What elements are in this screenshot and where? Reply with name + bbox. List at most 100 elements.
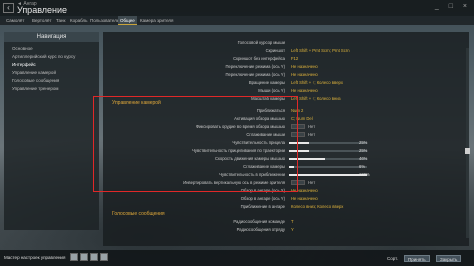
list-item[interactable]: Переключение режима (ось Y) Не назначено <box>103 63 469 71</box>
toggle-switch[interactable] <box>291 124 305 129</box>
list-item[interactable]: Чувствительность в приближении 100% <box>103 171 469 179</box>
slider-value: 46% <box>359 156 368 161</box>
list-item[interactable]: Сглаживание камеры 6% <box>103 163 469 171</box>
setting-value[interactable]: Num 2 <box>291 107 303 115</box>
list-item[interactable]: Приближение в ангаре Колесо вниз; Колесо … <box>103 203 469 211</box>
setting-label: Вращение камеры <box>248 80 285 85</box>
sidebar-item-interface[interactable]: Интерфейс <box>12 62 36 67</box>
sort-label[interactable]: Сорт. <box>384 255 401 262</box>
slider[interactable] <box>289 166 367 168</box>
setting-value[interactable]: Не назначено <box>291 187 318 195</box>
page-title: Управление <box>17 5 68 15</box>
sidebar-item-general[interactable]: Основное <box>12 46 33 51</box>
slider[interactable] <box>289 150 367 152</box>
wizard-button[interactable]: Мастер настроек управления <box>4 253 65 262</box>
list-item[interactable]: Приближаться Num 2 <box>103 107 469 115</box>
list-item[interactable]: Радиосообщения команде T <box>103 218 469 226</box>
setting-value[interactable]: Y <box>291 226 294 234</box>
sidebar-item-trainer[interactable]: Управление тренером <box>12 86 58 91</box>
list-item[interactable]: Скриншот Left Shift + Prnt Scrn; Prnt Scr… <box>103 47 469 55</box>
list-item[interactable]: Активация обзора мышью C; Num Del <box>103 115 469 123</box>
toggle-switch[interactable] <box>291 132 305 137</box>
slider-fill <box>289 166 294 168</box>
slider[interactable] <box>289 158 367 160</box>
setting-label: Сглаживание мыши <box>246 132 285 137</box>
title-bar: ‹ ◄ Ангар Управление _ □ × <box>0 0 474 16</box>
list-item[interactable]: Чувствительность прицеливания по траекто… <box>103 147 469 155</box>
sidebar-item-camera[interactable]: Управление камерой <box>12 70 56 75</box>
setting-label: Чувствительность прицела <box>232 140 285 145</box>
setting-label: Приближение в ангаре <box>240 204 285 209</box>
setting-value[interactable]: Колесо вниз; Колесо вверх <box>291 203 343 211</box>
list-item[interactable]: Переключение режима (ось Y) Не назначено <box>103 71 469 79</box>
list-item[interactable]: Мыши (ось Y) Не назначено <box>103 87 469 95</box>
slider-value: 25% <box>359 148 368 153</box>
close-button[interactable]: Закрыть <box>436 255 462 262</box>
slider[interactable] <box>289 174 367 176</box>
section-header-voice: Голосовые сообщения <box>112 211 165 217</box>
setting-label: Обзор в ангаре (ось Y) <box>240 196 285 201</box>
list-item[interactable]: Скорость движения камеры мышью 46% <box>103 155 469 163</box>
setting-label: Приближаться <box>256 108 285 113</box>
sidebar-item-voice[interactable]: Голосовые сообщения <box>12 78 59 83</box>
toggle-state: Нет <box>308 132 316 137</box>
setting-value[interactable]: Не назначено <box>291 87 318 95</box>
list-item[interactable]: Чувствительность прицела 25% <box>103 139 469 147</box>
setting-value[interactable]: Left Shift + Prnt Scrn; Prnt Scrn <box>291 47 350 55</box>
tab-airplane[interactable]: Самолёт <box>4 16 27 25</box>
preset-icon[interactable] <box>70 253 78 261</box>
setting-value[interactable]: Не назначено <box>291 63 318 71</box>
slider-fill <box>289 150 309 152</box>
tab-user[interactable]: Пользователь <box>88 16 121 25</box>
reset-icon[interactable] <box>100 253 108 261</box>
tab-general[interactable]: Общее <box>118 16 137 25</box>
navigation-panel: Навигация Основное Артиллерийский курс п… <box>4 32 99 230</box>
setting-value[interactable]: F12 <box>291 55 298 63</box>
list-item[interactable]: Скриншот без интерфейса F12 <box>103 55 469 63</box>
toggle-state: Нет <box>308 124 316 129</box>
navigation-title: Навигация <box>4 32 99 42</box>
slider-value: 25% <box>359 140 368 145</box>
tab-helicopter[interactable]: Вертолёт <box>30 16 54 25</box>
setting-label: Обзор в ангаре (ось X) <box>240 188 285 193</box>
list-item[interactable]: Инвертировать вертикальную ось в режиме … <box>103 179 469 187</box>
list-item[interactable]: Сглаживание мыши Нет <box>103 131 469 139</box>
export-icon[interactable] <box>90 253 98 261</box>
settings-list: Голосовой курсор мыши Скриншот Left Shift… <box>103 32 469 246</box>
tab-spectator-camera[interactable]: Камера зрителя <box>138 16 175 25</box>
setting-value[interactable]: C; Num Del <box>291 115 313 123</box>
setting-label: Чувствительность прицеливания по траекто… <box>192 148 285 153</box>
setting-value[interactable]: T <box>291 218 294 226</box>
scrollbar-thumb[interactable] <box>465 148 470 154</box>
import-icon[interactable] <box>80 253 88 261</box>
list-item[interactable]: Обзор в ангаре (ось Y) Не назначено <box>103 195 469 203</box>
setting-label: Фиксировать орудие во время обзора мышью <box>195 124 285 129</box>
slider-value: 100% <box>359 172 370 177</box>
list-item[interactable]: Голосовой курсор мыши <box>103 39 469 47</box>
toggle-switch[interactable] <box>291 180 305 185</box>
back-arrow-icon[interactable]: ‹ <box>3 3 14 13</box>
slider-fill <box>289 158 325 160</box>
sidebar-item-artillery[interactable]: Артиллерийский курс по курсу <box>12 54 75 59</box>
tab-ship[interactable]: Корабль <box>68 16 89 25</box>
scrollbar[interactable] <box>466 48 469 238</box>
setting-label: Переключение режима (ось Y) <box>225 72 286 77</box>
setting-value[interactable]: Left Shift + ↑; Колесо вверх <box>291 79 343 87</box>
setting-label: Голосовой курсор мыши <box>237 40 285 45</box>
setting-label: Переключение режима (ось Y) <box>225 64 286 69</box>
setting-label: Активация обзора мышью <box>234 116 285 121</box>
setting-label: Сглаживание камеры <box>243 164 285 169</box>
window-controls[interactable]: _ □ × <box>435 3 471 10</box>
setting-label: Мыши (ось Y) <box>258 88 285 93</box>
list-item[interactable]: Радиосообщения отряду Y <box>103 226 469 234</box>
setting-label: Чувствительность в приближении <box>219 172 285 177</box>
list-item[interactable]: Обзор в ангаре (ось X) Не назначено <box>103 187 469 195</box>
tab-tank[interactable]: Танк <box>54 16 68 25</box>
apply-button[interactable]: Принять <box>404 255 430 262</box>
list-item[interactable]: Фиксировать орудие во время обзора мышью… <box>103 123 469 131</box>
setting-value[interactable]: Не назначено <box>291 71 318 79</box>
tab-bar: Самолёт Вертолёт Танк Корабль Пользовате… <box>0 16 474 25</box>
slider[interactable] <box>289 142 367 144</box>
list-item[interactable]: Вращение камеры Left Shift + ↑; Колесо вв… <box>103 79 469 87</box>
setting-value[interactable]: Не назначено <box>291 195 318 203</box>
